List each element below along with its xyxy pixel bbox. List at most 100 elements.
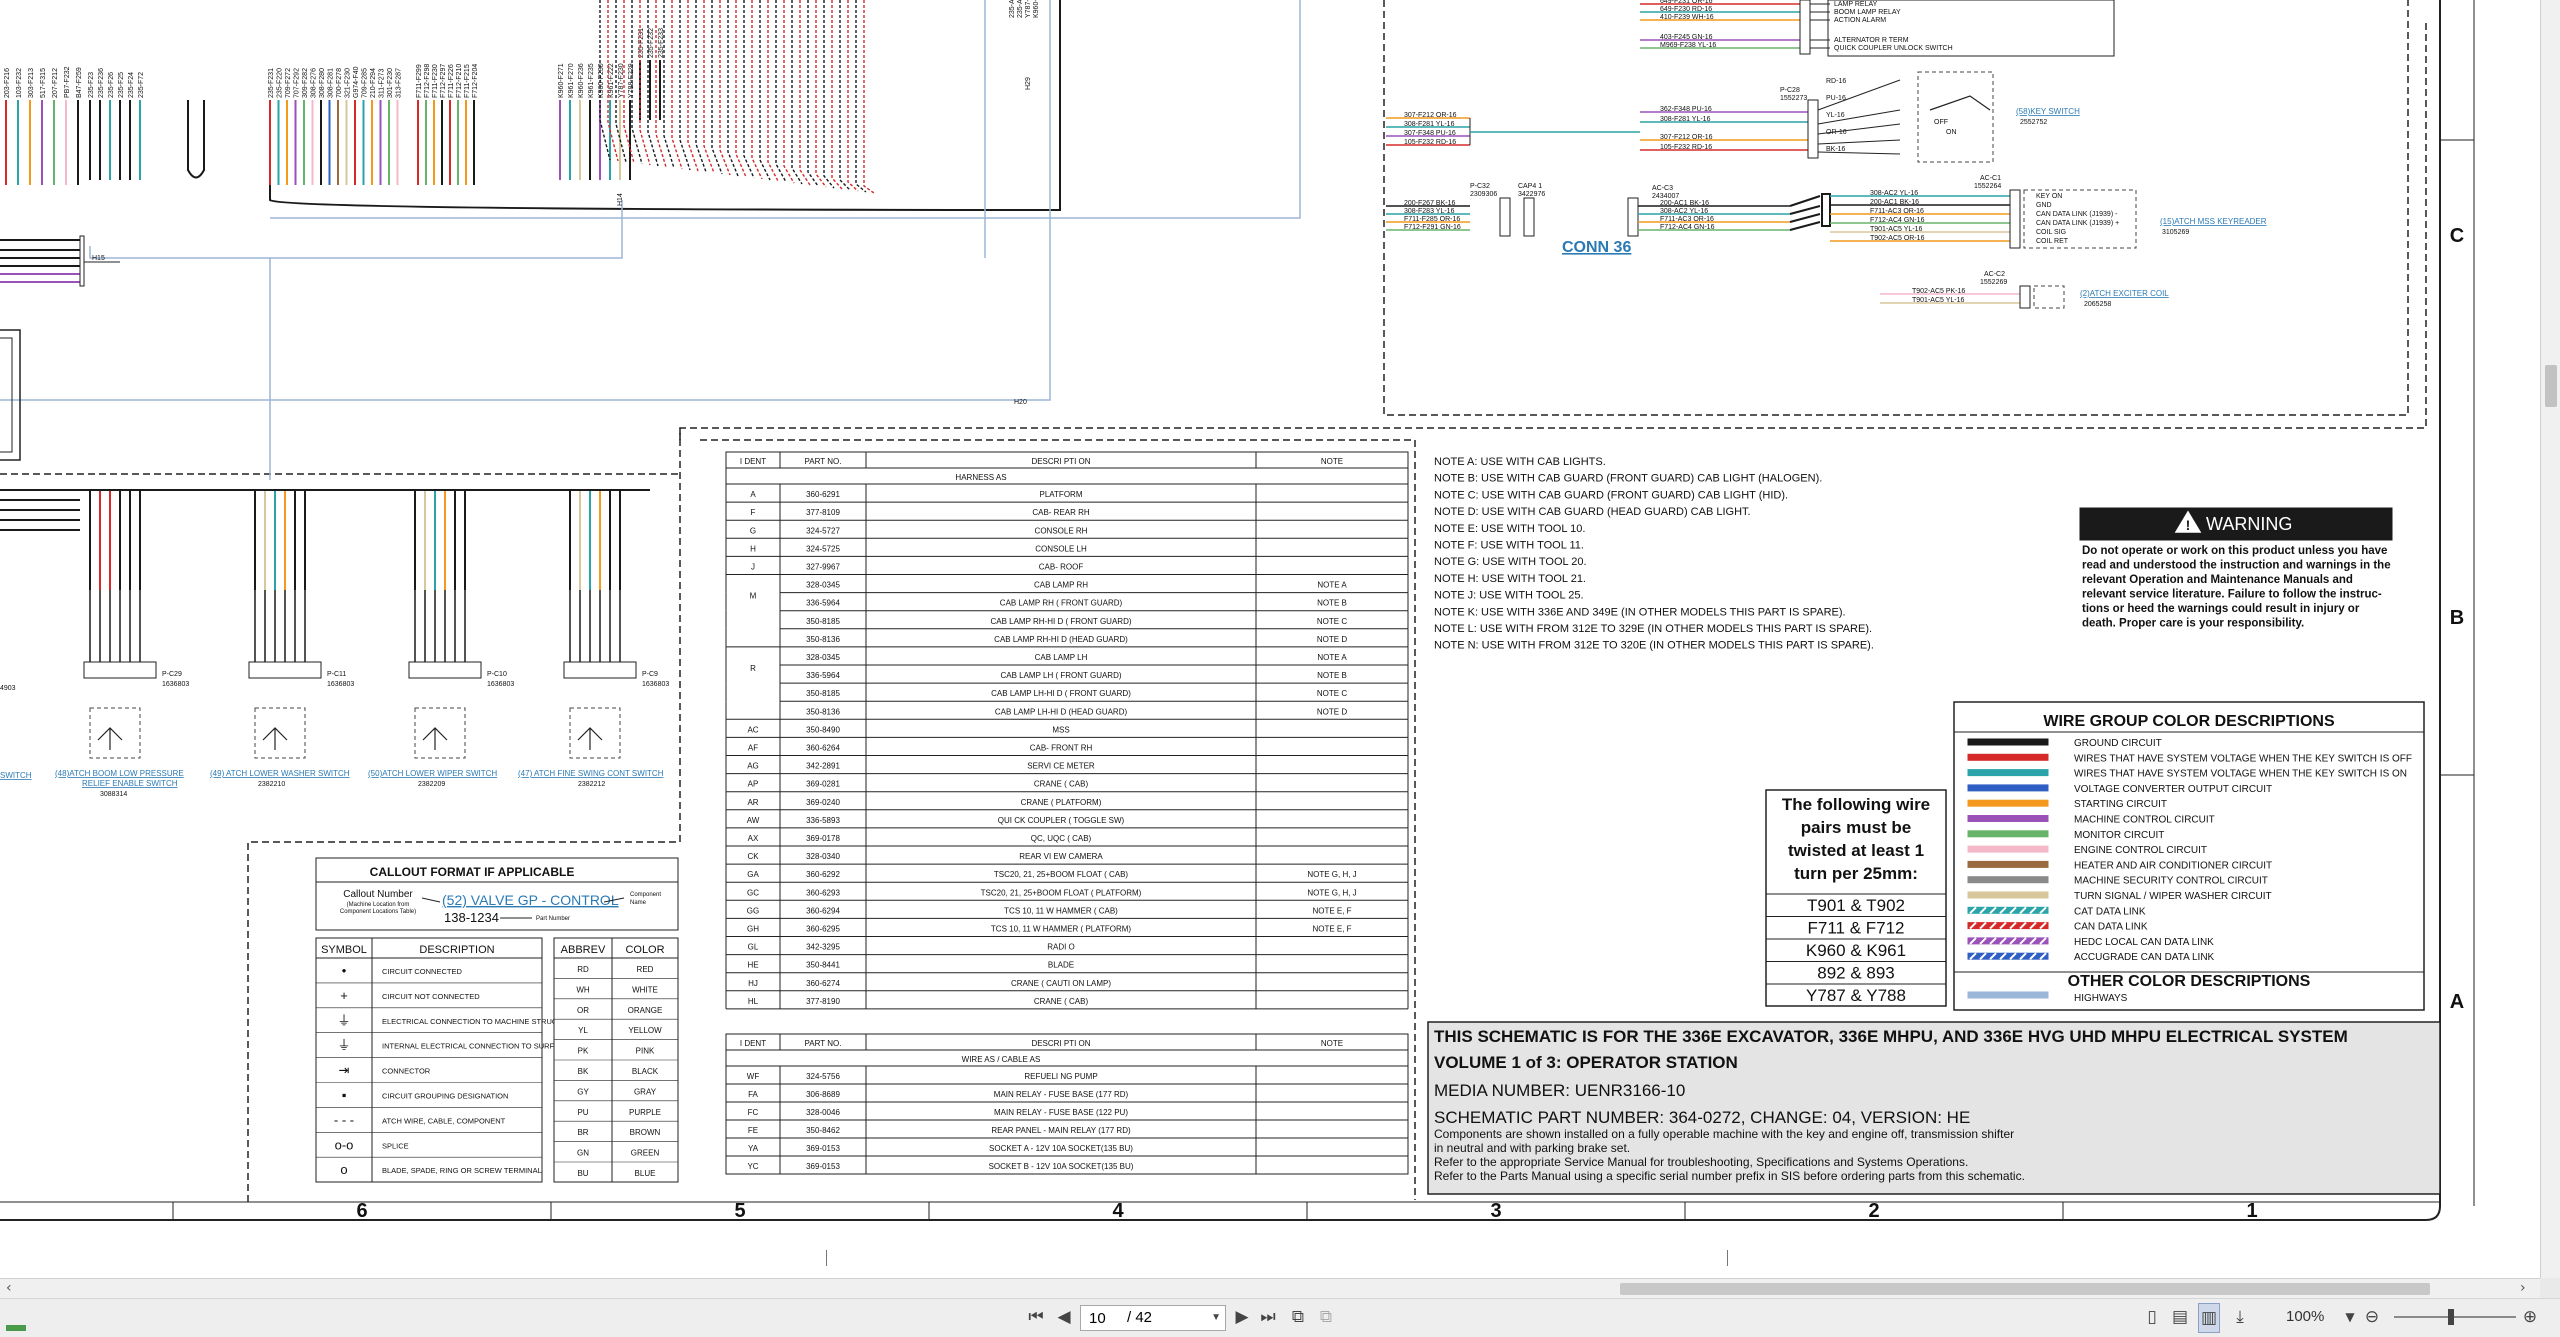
table-row-ident: R xyxy=(750,664,756,673)
table-row-ident: F xyxy=(751,508,756,517)
switch-connector xyxy=(408,661,482,679)
grid-col-label: 5 xyxy=(734,1200,745,1222)
left-bundle-wire-label: 103-F232 xyxy=(16,68,23,98)
last-page-icon[interactable]: ⏭ xyxy=(1258,1303,1278,1331)
table-row-part: 350-8441 xyxy=(806,961,840,970)
horizontal-scrollbar[interactable]: ‹ › xyxy=(0,1278,2540,1299)
connector-label: 1552269 xyxy=(1980,279,2007,286)
first-page-icon[interactable]: ⏮ xyxy=(1026,1303,1046,1331)
table-row-ident: AR xyxy=(747,798,758,807)
fit-page-icon[interactable]: ⤓ xyxy=(2230,1303,2250,1331)
schematic-sheet: C B A 6 5 4 3 2 1 203-F216 103-F232 303-F213 517-F3… xyxy=(0,0,2540,1278)
link-pages-icon[interactable]: ⧉ xyxy=(1316,1303,1336,1331)
f7-bundle-wire-label: F712-F204 xyxy=(472,64,479,98)
warning-text: read and understood the instruction and … xyxy=(2082,560,2391,572)
wire-label: F711-AC3 OR-16 xyxy=(1660,216,1714,223)
callout-title: CALLOUT FORMAT IF APPLICABLE xyxy=(370,865,575,879)
continuous-view-icon[interactable]: ▤ xyxy=(2170,1303,2190,1331)
table-row-desc: SOCKET A - 12V 10A SOCKET(135 BU) xyxy=(989,1144,1133,1153)
copy-pages-icon[interactable]: ⧉ xyxy=(1288,1303,1308,1331)
reader-pin-label: CAN DATA LINK (J1939) + xyxy=(2036,220,2119,227)
grid-col-label: 4 xyxy=(1112,1200,1124,1222)
table-row-part: 342-3295 xyxy=(806,943,840,952)
zoom-level[interactable]: 100% xyxy=(2286,1303,2324,1331)
highway-label: H20 xyxy=(1014,399,1027,406)
abbrev-code: BK xyxy=(578,1067,589,1076)
zoom-out-icon[interactable]: ⊖ xyxy=(2362,1303,2382,1331)
table-row-desc: PLATFORM xyxy=(1040,490,1083,499)
highway-label: H29 xyxy=(1025,77,1032,90)
color-swatch xyxy=(1967,815,2049,822)
key-state-label: ON xyxy=(1946,129,1957,136)
previous-page-icon[interactable]: ◀ xyxy=(1054,1303,1074,1331)
connector-label: 1636803 xyxy=(487,681,514,688)
table-row-part: 369-0281 xyxy=(806,780,840,789)
abbrev-color: RED xyxy=(637,965,654,974)
zoom-in-icon[interactable]: ⊕ xyxy=(2520,1303,2540,1331)
vertical-scrollbar[interactable] xyxy=(2540,0,2560,1278)
color-description: HIGHWAYS xyxy=(2074,993,2128,1004)
connector-pc32 xyxy=(1499,197,1511,237)
key-pin-label: BK-16 xyxy=(1826,146,1846,153)
zoom-slider-thumb[interactable] xyxy=(2448,1309,2454,1325)
title-body: Refer to the Parts Manual using a specif… xyxy=(1434,1169,2025,1183)
color-swatch xyxy=(1967,738,2049,746)
wire-label: T901-AC5 YL-16 xyxy=(1870,226,1923,233)
f7-bundle-wire-label: F712-F210 xyxy=(456,64,463,98)
symbol-description: CIRCUIT CONNECTED xyxy=(382,967,462,976)
mid-bundle-wire-label: 235-F23 xyxy=(88,72,95,98)
table-row-desc: TCS 10, 11 W HAMMER ( PLATFORM) xyxy=(991,925,1131,934)
color-swatch xyxy=(1967,753,2049,761)
table-row-ident: GH xyxy=(747,925,759,934)
wire-label: 200-AC1 BK-16 xyxy=(1660,200,1709,207)
table-row-part: 327-9967 xyxy=(806,563,840,572)
title-body: in neutral and with parking brake set. xyxy=(1434,1141,1630,1155)
color-swatch xyxy=(1967,799,2049,807)
color-swatch xyxy=(1967,784,2049,792)
connector-cap4 xyxy=(1523,197,1535,237)
page-selector[interactable]: / 42 ▼ xyxy=(1080,1305,1226,1331)
page-number-input[interactable] xyxy=(1089,1306,1129,1330)
table-row-desc: TSC20, 21, 25+BOOM FLOAT ( PLATFORM) xyxy=(981,888,1142,897)
chevron-down-icon[interactable]: ▼ xyxy=(1211,1306,1221,1330)
twisted-heading: twisted at least 1 xyxy=(1788,841,1924,860)
table-row-part: 360-6264 xyxy=(806,744,840,753)
connector-label: P-C10 xyxy=(487,671,507,678)
abbrev-code: YL xyxy=(578,1026,588,1035)
wire-label: 307-F212 OR-16 xyxy=(1404,112,1457,119)
callout-label: Name xyxy=(630,900,647,906)
single-page-view-icon[interactable]: ▯ xyxy=(2142,1303,2162,1331)
abbrev-color: YELLOW xyxy=(628,1026,662,1035)
next-page-icon[interactable]: ▶ xyxy=(1232,1303,1252,1331)
table-header-cell: DESCRI PTI ON xyxy=(1031,457,1090,466)
table-header-cell: PART NO. xyxy=(805,457,842,466)
two-page-view-icon[interactable]: ▥ xyxy=(2198,1303,2220,1333)
vertical-scroll-thumb[interactable] xyxy=(2545,365,2557,407)
table-row-part: 336-5964 xyxy=(806,599,840,608)
grid-col-label: 1 xyxy=(2246,1200,2257,1222)
callout-label: Component xyxy=(630,892,661,898)
table-row-part: 324-5725 xyxy=(806,544,840,553)
horizontal-scroll-thumb[interactable] xyxy=(1620,1283,2430,1295)
connector-label: 4903 xyxy=(0,685,16,692)
twisted-heading: The following wire xyxy=(1782,795,1930,814)
scroll-left-icon[interactable]: ‹ xyxy=(6,1280,12,1296)
table-row-note: NOTE E, F xyxy=(1312,925,1351,934)
table-row-desc: REAR VI EW CAMERA xyxy=(1019,852,1103,861)
note-line: NOTE K: USE WITH 336E AND 349E (IN OTHER… xyxy=(1434,606,1846,618)
big-bundle-wire-label: 321-F230 xyxy=(345,68,352,98)
table-row-ident: AC xyxy=(747,725,758,734)
left-connector xyxy=(79,235,85,287)
big-bundle-wire-label: 210-F294 xyxy=(370,68,377,98)
part-number: 2065258 xyxy=(2084,301,2111,308)
zoom-dropdown-icon[interactable]: ▼ xyxy=(2340,1303,2360,1331)
table-row-desc: QUI CK COUPLER ( TOGGLE SW) xyxy=(998,816,1125,825)
table-row-part: 360-6294 xyxy=(806,906,840,915)
color-description: CAN DATA LINK xyxy=(2074,922,2148,933)
symbol-description: ATCH WIRE, CABLE, COMPONENT xyxy=(382,1116,506,1125)
table-row-desc: BLADE xyxy=(1048,961,1074,970)
other-colors-title: OTHER COLOR DESCRIPTIONS xyxy=(2068,973,2311,990)
abbrev-color: GREEN xyxy=(631,1149,660,1158)
scroll-right-icon[interactable]: › xyxy=(2520,1280,2526,1296)
zoom-slider[interactable] xyxy=(2394,1309,2516,1325)
